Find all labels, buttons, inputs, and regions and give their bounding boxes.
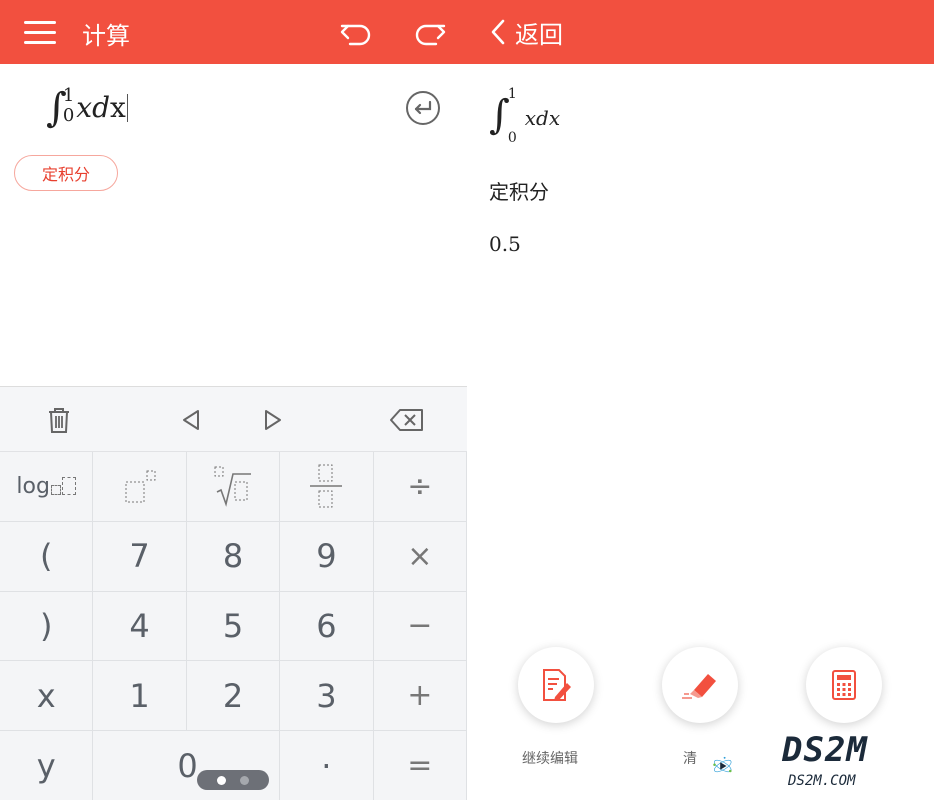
integrand-tail: x xyxy=(110,91,126,124)
key-4[interactable]: 4 xyxy=(93,591,187,662)
key-7[interactable]: 7 xyxy=(93,521,187,592)
keyboard-toolbar xyxy=(0,387,467,452)
key-log-label: log xyxy=(16,473,50,499)
key-plus[interactable]: + xyxy=(373,661,467,732)
backspace-icon[interactable] xyxy=(388,403,426,437)
top-bar: 计算 xyxy=(0,0,467,64)
cursor-left-icon[interactable] xyxy=(174,403,208,437)
keypad: log ÷ ( 7 8 9 × ) 4 5 6 − x 1 2 3 + y 0 … xyxy=(0,452,467,800)
chevron-left-icon xyxy=(491,19,505,45)
text-caret xyxy=(126,94,128,122)
key-1[interactable]: 1 xyxy=(93,661,187,732)
calculator-button[interactable] xyxy=(806,647,882,723)
keyboard-page-indicator[interactable] xyxy=(197,770,269,790)
cursor-right-icon[interactable] xyxy=(256,403,290,437)
root-icon xyxy=(214,466,251,508)
key-equals[interactable]: = xyxy=(373,731,467,800)
math-keyboard: log ÷ ( 7 8 9 × ) 4 5 6 − x 1 2 3 + y 0 … xyxy=(0,386,467,800)
page-title: 计算 xyxy=(82,22,130,50)
expression-input[interactable]: ∫ 1 0 xdx xyxy=(46,86,128,130)
edit-icon xyxy=(543,669,571,701)
lower-limit: 0 xyxy=(62,105,75,126)
watermark-title: DS2M xyxy=(782,730,868,770)
result-type-label: 定积分 xyxy=(489,180,549,204)
key-fraction[interactable] xyxy=(280,452,374,522)
integrand: xdx xyxy=(76,86,126,130)
continue-edit-label: 继续编辑 xyxy=(522,751,578,767)
power-icon xyxy=(125,470,156,503)
clear-label: 清 xyxy=(683,751,697,767)
result-value: 0.5 xyxy=(489,232,521,256)
key-5[interactable]: 5 xyxy=(186,591,281,662)
key-6[interactable]: 6 xyxy=(280,591,374,662)
key-3[interactable]: 3 xyxy=(280,661,374,732)
key-log[interactable]: log xyxy=(0,452,94,522)
definite-integral-chip[interactable]: 定积分 xyxy=(14,155,118,191)
integral-limits: 1 0 xyxy=(63,86,74,126)
result-screen: 返回 ∫ 1 0 xdx 定积分 0.5 继续编辑 清 xyxy=(467,0,934,800)
ds2m-logo-icon xyxy=(713,756,732,773)
key-power[interactable] xyxy=(93,452,187,522)
result-expression: ∫ 1 0 xdx xyxy=(489,86,560,150)
key-minus[interactable]: − xyxy=(373,591,467,662)
result-upper-limit: 1 xyxy=(507,86,517,102)
eraser-icon xyxy=(682,674,716,699)
fraction-icon xyxy=(310,464,343,508)
trash-icon[interactable] xyxy=(42,403,76,437)
enter-icon[interactable] xyxy=(405,90,441,126)
key-8[interactable]: 8 xyxy=(186,521,281,592)
menu-icon[interactable] xyxy=(24,18,56,46)
key-multiply[interactable]: × xyxy=(373,521,467,592)
top-bar-result: 返回 xyxy=(467,0,934,64)
upper-limit: 1 xyxy=(62,85,75,106)
result-integrand: xdx xyxy=(524,106,561,130)
result-limits: 1 0 xyxy=(508,86,517,146)
result-integral-sign: ∫ xyxy=(489,92,510,138)
key-root[interactable] xyxy=(186,452,281,522)
continue-edit-button[interactable] xyxy=(518,647,594,723)
clear-button[interactable] xyxy=(662,647,738,723)
key-y[interactable]: y xyxy=(0,731,94,800)
back-label: 返回 xyxy=(515,20,563,49)
key-9[interactable]: 9 xyxy=(280,521,374,592)
calculator-icon xyxy=(832,670,856,700)
watermark-subtitle: DS2M.COM xyxy=(788,773,856,789)
undo-icon[interactable] xyxy=(338,14,374,50)
calculator-screen: 计算 ∫ 1 0 xdx 定积分 log ÷ (7 8 9 ×) 4 5 6… xyxy=(0,0,467,800)
page-dot-inactive xyxy=(240,775,249,785)
key-x[interactable]: x xyxy=(0,661,94,732)
page-dot-active xyxy=(217,775,226,785)
result-lower-limit: 0 xyxy=(507,130,517,146)
back-button[interactable]: 返回 xyxy=(487,16,563,49)
key-dot[interactable]: · xyxy=(280,731,374,800)
integrand-main: xd xyxy=(76,91,111,124)
key-open-paren[interactable]: ( xyxy=(0,521,94,592)
key-2[interactable]: 2 xyxy=(186,661,281,732)
key-close-paren[interactable]: ) xyxy=(0,591,94,662)
redo-icon[interactable] xyxy=(412,14,448,50)
key-divide[interactable]: ÷ xyxy=(373,452,467,522)
